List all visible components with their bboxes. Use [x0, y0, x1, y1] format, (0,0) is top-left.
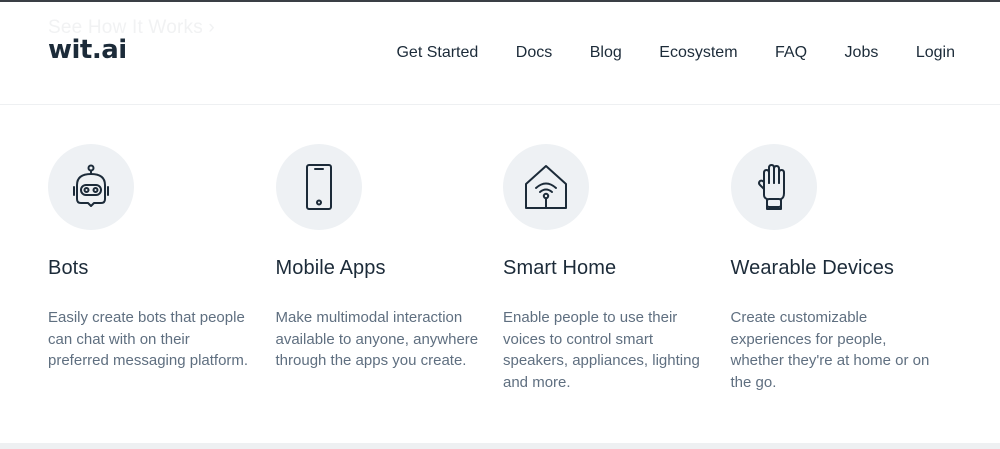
features-section: Bots Easily create bots that people can …	[48, 144, 968, 393]
feature-title: Bots	[48, 257, 89, 279]
section-divider	[0, 443, 1000, 449]
feature-description: Easily create bots that people can chat …	[48, 309, 249, 369]
feature-description: Create customizable experiences for peop…	[730, 309, 930, 391]
feature-description: Make multimodal interaction available to…	[275, 309, 479, 369]
feature-wearable-devices: Wearable Devices Create customizable exp…	[730, 144, 959, 393]
wearable-glove-icon	[730, 144, 817, 230]
smartphone-icon	[275, 144, 362, 230]
feature-mobile-apps: Mobile Apps Make multimodal interaction …	[275, 144, 504, 393]
nav-ecosystem[interactable]: Ecosystem	[659, 44, 737, 62]
main-nav: Get Started Docs Blog Ecosystem FAQ Jobs…	[359, 44, 955, 62]
nav-docs[interactable]: Docs	[516, 44, 552, 62]
feature-description: Enable people to use their voices to con…	[503, 309, 700, 391]
site-header: wit.ai Get Started Docs Blog Ecosystem F…	[0, 2, 1000, 105]
nav-get-started[interactable]: Get Started	[396, 44, 478, 62]
wit-ai-logo[interactable]: wit.ai	[48, 35, 127, 65]
robot-icon	[48, 144, 134, 230]
nav-jobs[interactable]: Jobs	[845, 44, 879, 62]
feature-title: Mobile Apps	[275, 257, 386, 279]
smart-home-icon	[503, 144, 589, 230]
nav-login[interactable]: Login	[916, 44, 955, 62]
feature-title: Smart Home	[503, 257, 617, 279]
feature-smart-home: Smart Home Enable people to use their vo…	[503, 144, 731, 393]
nav-blog[interactable]: Blog	[590, 44, 622, 62]
feature-title: Wearable Devices	[730, 257, 895, 279]
nav-faq[interactable]: FAQ	[775, 44, 807, 62]
feature-bots: Bots Easily create bots that people can …	[48, 144, 276, 393]
